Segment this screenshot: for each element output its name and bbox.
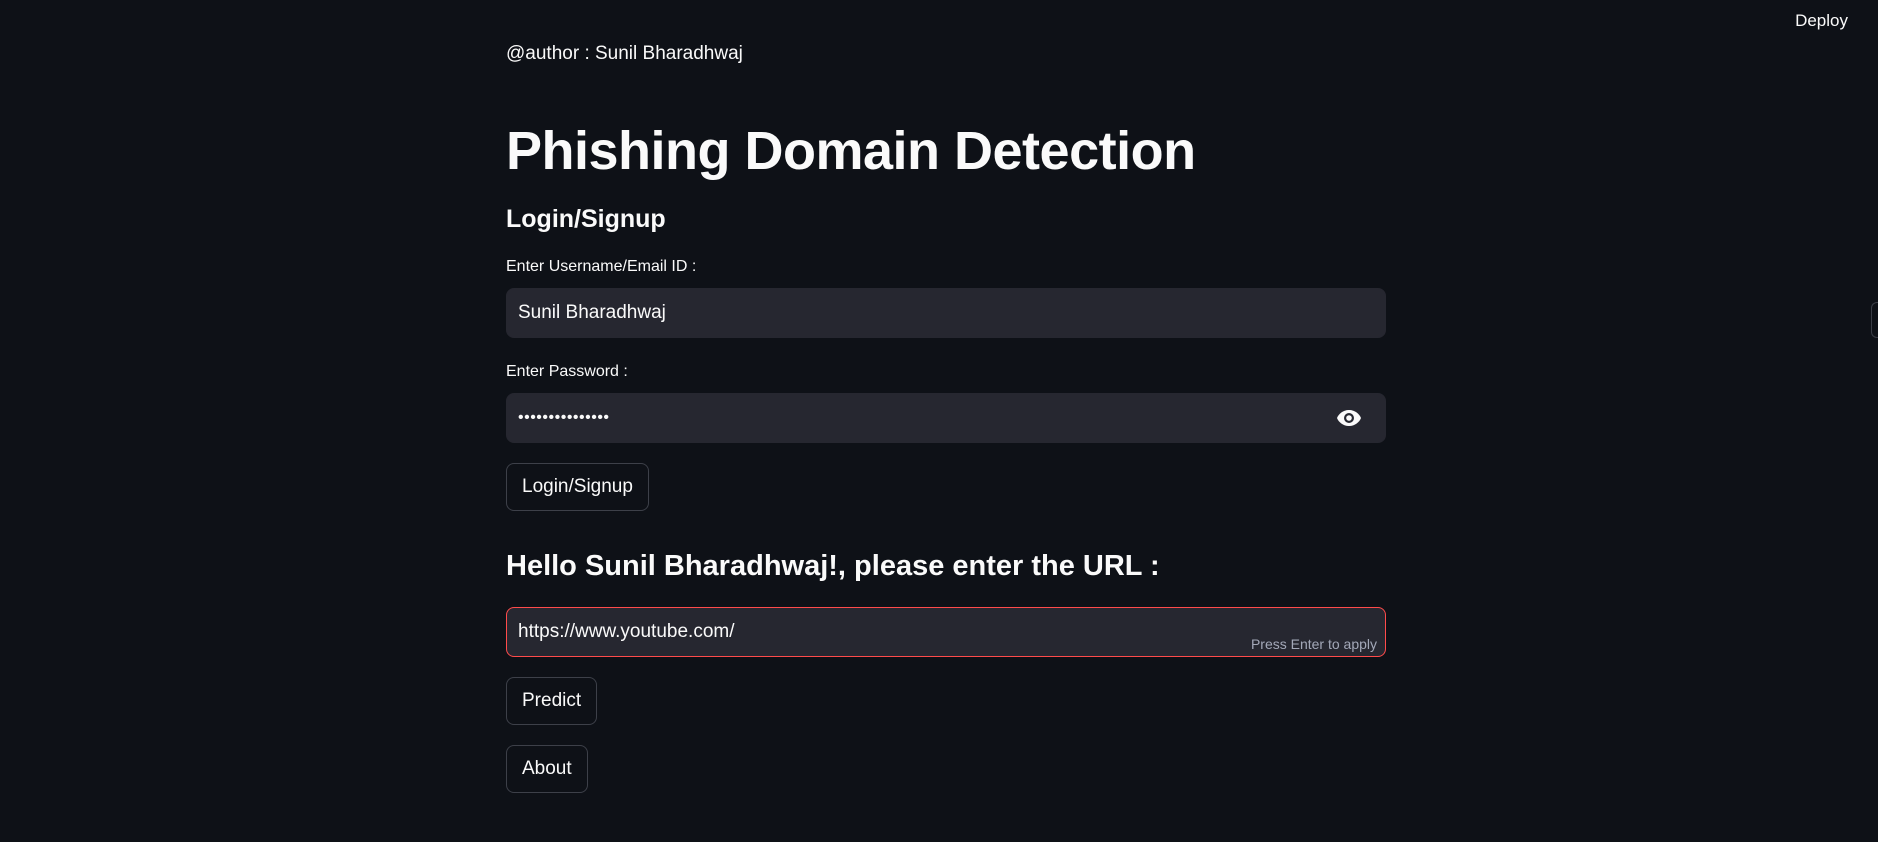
press-enter-hint: Press Enter to apply: [1250, 636, 1377, 652]
password-input[interactable]: [506, 393, 1386, 443]
page-title: Phishing Domain Detection: [506, 121, 1196, 181]
username-label: Enter Username/Email ID :: [506, 258, 697, 275]
show-password-toggle[interactable]: [1324, 405, 1374, 431]
about-button[interactable]: About: [506, 745, 588, 793]
login-section-title: Login/Signup: [506, 205, 666, 233]
predict-button[interactable]: Predict: [506, 677, 598, 725]
login-signup-button[interactable]: Login/Signup: [506, 463, 649, 511]
eye-icon: [1337, 410, 1361, 426]
sidebar-collapse-handle[interactable]: [1871, 302, 1878, 338]
author-text: @author : Sunil Bharadhwaj: [506, 43, 743, 64]
password-label: Enter Password :: [506, 363, 628, 380]
username-input[interactable]: [506, 288, 1386, 338]
url-prompt-heading: Hello Sunil Bharadhwaj!, please enter th…: [506, 550, 1160, 582]
deploy-button[interactable]: Deploy: [1795, 8, 1848, 34]
